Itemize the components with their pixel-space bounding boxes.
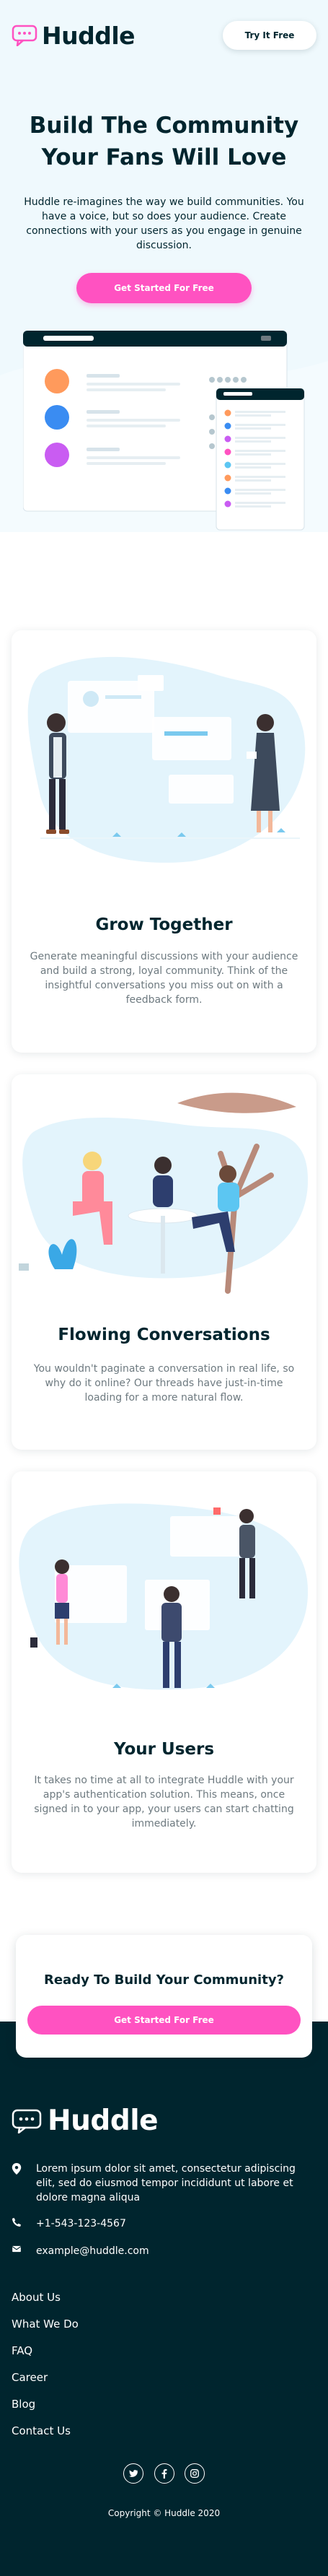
your-users-illustration — [19, 1503, 309, 1690]
footer-link-career[interactable]: Career — [12, 2370, 79, 2397]
cta-card: Ready To Build Your Community? Get Start… — [16, 1935, 312, 2058]
feature-card-your-users: Your Users It takes no time at all to in… — [12, 1471, 316, 1873]
twitter-icon[interactable] — [123, 2463, 143, 2484]
hero-title: Build The Community Your Fans Will Love — [14, 110, 314, 173]
footer-logo-text: Huddle — [48, 2105, 159, 2137]
hero-title-line-2: Your Fans Will Love — [41, 144, 287, 170]
footer-link-blog[interactable]: Blog — [12, 2397, 79, 2424]
feature-card-grow-together: Grow Together Generate meaningful discus… — [12, 630, 316, 1053]
phone-icon — [12, 2218, 21, 2227]
grow-together-illustration — [27, 656, 306, 863]
logo-text: Huddle — [42, 21, 136, 50]
feature-description: Generate meaningful discussions with you… — [30, 951, 298, 1006]
footer-address-text: Lorem ipsum dolor sit amet, consectetur … — [36, 2163, 296, 2203]
social-links — [123, 2463, 205, 2484]
footer-phone: +1-543-123-4567 — [12, 2216, 307, 2231]
footer-link-faq[interactable]: FAQ — [12, 2344, 79, 2370]
feature-card-flowing-conversations: Flowing Conversations You wouldn't pagin… — [12, 1074, 316, 1450]
footer-email-text[interactable]: example@huddle.com — [36, 2244, 149, 2258]
flowing-conversations-illustration — [19, 1092, 309, 1294]
chat-bubble-logo-icon — [12, 25, 37, 46]
hero-description: Huddle re-imagines the way we build comm… — [24, 196, 304, 251]
location-pin-icon — [12, 2163, 22, 2175]
feature-title: Flowing Conversations — [58, 1326, 270, 1344]
cta-card-title: Ready To Build Your Community? — [43, 1972, 285, 1988]
logo[interactable]: Huddle — [12, 21, 136, 50]
hero-section: Huddle Try It Free Build The Community Y… — [0, 0, 328, 532]
chat-bubble-logo-icon — [12, 2109, 42, 2133]
footer-link-contact-us[interactable]: Contact Us — [12, 2424, 79, 2450]
email-icon — [12, 2245, 22, 2253]
footer-logo[interactable]: Huddle — [12, 2105, 159, 2137]
footer-link-about-us[interactable]: About Us — [12, 2290, 79, 2317]
footer-phone-text[interactable]: +1-543-123-4567 — [36, 2216, 126, 2231]
get-started-button[interactable]: Get Started For Free — [76, 273, 252, 303]
feature-description: You wouldn't paginate a conversation in … — [33, 1363, 295, 1404]
hero-title-line-1: Build The Community — [29, 113, 299, 139]
footer-address: Lorem ipsum dolor sit amet, consectetur … — [12, 2162, 307, 2205]
cta-get-started-button[interactable]: Get Started For Free — [27, 2006, 301, 2035]
footer-nav: About Us What We Do FAQ Career Blog Cont… — [12, 2290, 79, 2450]
facebook-icon[interactable] — [154, 2463, 174, 2484]
footer-link-what-we-do[interactable]: What We Do — [12, 2317, 79, 2344]
try-it-free-button[interactable]: Try It Free — [223, 21, 316, 50]
app-mockup-illustration — [23, 331, 305, 531]
feature-description: It takes no time at all to integrate Hud… — [34, 1775, 294, 1829]
site-header: Huddle Try It Free — [12, 17, 316, 53]
feature-title: Grow Together — [95, 915, 233, 934]
copyright: Copyright © Huddle 2020 — [107, 2508, 221, 2518]
instagram-icon[interactable] — [185, 2463, 205, 2484]
feature-title: Your Users — [113, 1740, 215, 1759]
footer-email: example@huddle.com — [12, 2244, 307, 2258]
